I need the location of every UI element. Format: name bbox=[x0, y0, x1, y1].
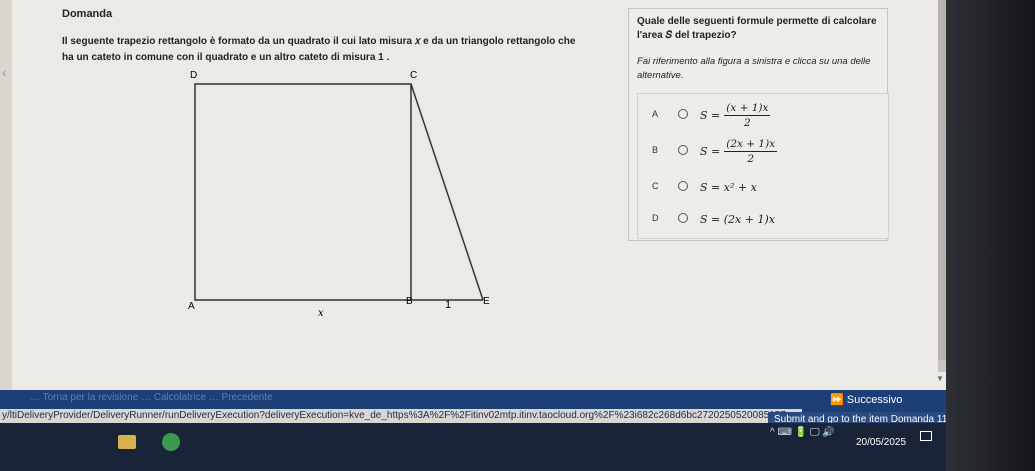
question-text: Il seguente trapezio rettangolo è format… bbox=[62, 34, 622, 66]
question-line-1: Il seguente trapezio rettangolo è format… bbox=[62, 36, 576, 47]
scrollbar-thumb[interactable] bbox=[938, 0, 946, 360]
page-title: Domanda bbox=[62, 8, 113, 20]
answer-panel: Quale delle seguenti formule permette di… bbox=[628, 8, 889, 241]
fraction-denominator: 2 bbox=[744, 116, 751, 129]
next-label: Successivo bbox=[846, 394, 903, 406]
vertical-scrollbar[interactable] bbox=[938, 0, 946, 372]
screen: ‹ Domanda Il seguente trapezio rettangol… bbox=[0, 0, 1035, 395]
option-letter: B bbox=[652, 145, 659, 155]
chevron-left-icon[interactable]: ‹ bbox=[2, 64, 7, 80]
option-a[interactable]: A S = (x + 1)x 2 bbox=[638, 100, 878, 130]
scroll-down-icon[interactable]: ▼ bbox=[936, 374, 944, 383]
label-a: A bbox=[188, 301, 195, 312]
fraction-numerator: (x + 1)x bbox=[724, 101, 771, 116]
fraction: (x + 1)x 2 bbox=[724, 101, 771, 129]
fraction-denominator: 2 bbox=[747, 152, 755, 165]
file-explorer-icon[interactable] bbox=[118, 435, 136, 449]
fast-forward-icon: ⏩ bbox=[830, 394, 847, 406]
clock-date[interactable]: 20/05/2025 bbox=[856, 437, 906, 448]
browser-icon[interactable] bbox=[162, 433, 180, 451]
fraction-numerator: (2x + 1)x bbox=[724, 137, 778, 152]
label-one: 1 bbox=[445, 299, 451, 311]
formula-lhs: S = bbox=[700, 108, 721, 122]
option-letter: D bbox=[652, 213, 659, 223]
notification-icon[interactable] bbox=[920, 431, 932, 441]
radio-button[interactable] bbox=[678, 213, 688, 223]
prompt-instructions: Fai riferimento alla figura a sinistra e… bbox=[637, 56, 871, 81]
option-formula: S = (2x + 1)x 2 bbox=[700, 136, 778, 166]
options-list: A S = (x + 1)x 2 B S = (2x + 1)x 2 C S =… bbox=[637, 93, 889, 239]
option-letter: A bbox=[652, 109, 659, 119]
label-e: E bbox=[483, 296, 490, 307]
square bbox=[194, 83, 412, 301]
label-c: C bbox=[410, 70, 417, 81]
left-edge bbox=[0, 0, 12, 395]
label-x: 𝑥 bbox=[318, 308, 324, 319]
system-tray[interactable]: ^ ⌨ 🔋 🖵 🔊 bbox=[770, 427, 835, 438]
monitor-bezel bbox=[946, 0, 1035, 471]
formula-lhs: S = bbox=[700, 144, 721, 158]
radio-button[interactable] bbox=[678, 109, 688, 119]
option-formula: S = (2x + 1)x bbox=[700, 212, 775, 226]
option-d[interactable]: D S = (2x + 1)x bbox=[638, 204, 878, 234]
option-formula: S = (x + 1)x 2 bbox=[700, 100, 771, 130]
hypotenuse-line bbox=[410, 83, 484, 301]
radio-button[interactable] bbox=[678, 145, 688, 155]
trapezoid-figure: D C A B E 𝑥 1 bbox=[188, 70, 490, 319]
option-c[interactable]: C S = x² + x bbox=[638, 172, 878, 202]
option-formula: S = x² + x bbox=[700, 180, 757, 194]
fraction: (2x + 1)x 2 bbox=[724, 137, 778, 165]
label-b: B bbox=[406, 296, 413, 307]
nav-faded-controls: … Torna per la revisione … Calcolatrice … bbox=[30, 392, 273, 403]
next-button[interactable]: ⏩ Successivo bbox=[830, 393, 902, 406]
option-b[interactable]: B S = (2x + 1)x 2 bbox=[638, 136, 878, 166]
option-letter: C bbox=[652, 181, 659, 191]
status-url: y/ltiDeliveryProvider/DeliveryRunner/run… bbox=[0, 409, 802, 423]
prompt-title: Quale delle seguenti formule permette di… bbox=[637, 16, 877, 41]
radio-button[interactable] bbox=[678, 181, 688, 191]
taskbar: ^ ⌨ 🔋 🖵 🔊 20/05/2025 bbox=[0, 423, 1035, 471]
label-d: D bbox=[190, 70, 197, 81]
